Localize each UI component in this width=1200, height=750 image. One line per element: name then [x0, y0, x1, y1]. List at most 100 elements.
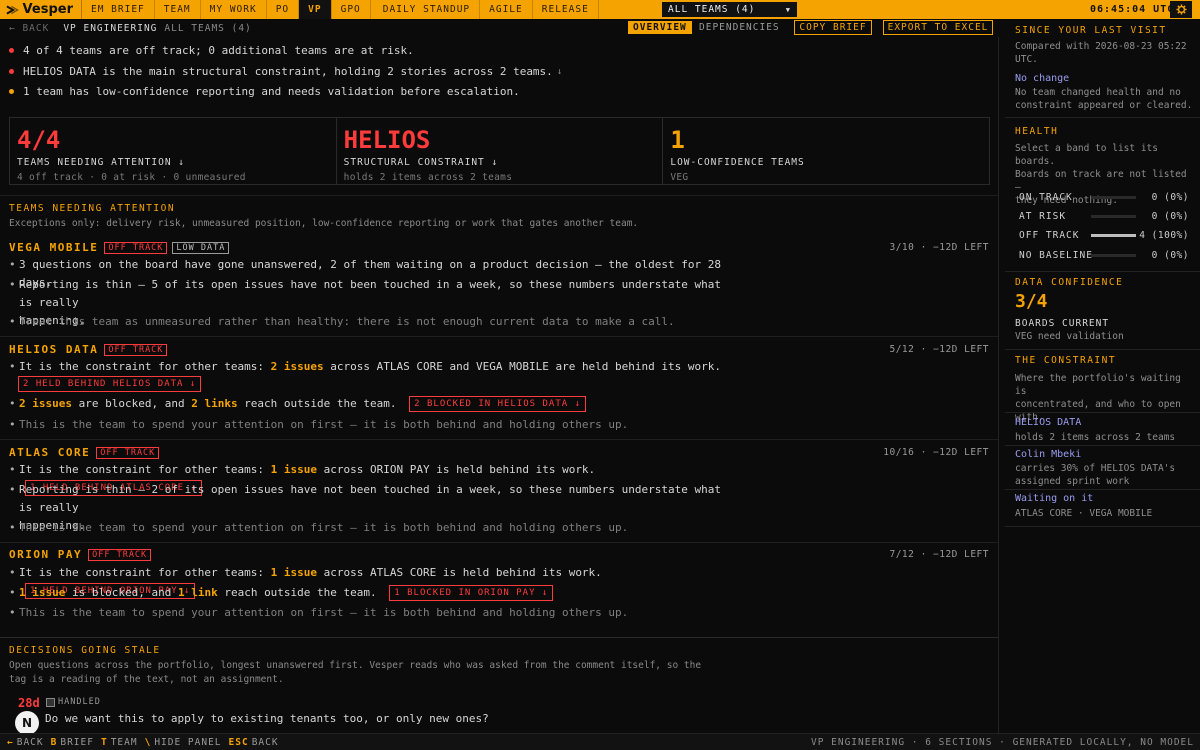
nav-tab-agile[interactable]: AGILE [480, 0, 533, 19]
summary-text: 4 of 4 teams are off track; 0 additional… [23, 44, 414, 57]
health-band[interactable]: OFF TRACK 4 (100%) [1019, 228, 1189, 242]
divider [0, 195, 998, 196]
nav-tab-em-brief[interactable]: EM BRIEF [82, 0, 155, 19]
side-title-confidence: DATA CONFIDENCE [1015, 277, 1124, 288]
band-value: 0 (0%) [1151, 191, 1189, 203]
insight-text: reach outside the team. [244, 397, 397, 410]
team-header-vega-mobile: VEGA MOBILE OFF TRACK LOW DATA [9, 241, 234, 254]
constraint-team-link[interactable]: HELIOS DATA [1015, 417, 1081, 428]
stat-value: HELIOS [343, 126, 431, 154]
nav-tab-vp[interactable]: VP [299, 0, 332, 19]
team-name[interactable]: ORION PAY [9, 548, 82, 561]
blocked-chip[interactable]: 1 BLOCKED IN ORION PAY ↓ [389, 585, 554, 601]
shortcut-label: BRIEF [60, 736, 94, 748]
summary-line[interactable]: HELIOS DATA is the main structural const… [9, 65, 562, 78]
red-dot-icon [9, 48, 14, 53]
back-link[interactable]: ← BACK [9, 23, 49, 34]
side-panel: SINCE YOUR LAST VISIT Compared with 2026… [1005, 19, 1200, 733]
section-desc-attention: Exceptions only: delivery risk, unmeasur… [9, 218, 639, 229]
divider [0, 542, 998, 543]
health-band[interactable]: NO BASELINE 0 (0%) [1019, 248, 1189, 262]
band-label: NO BASELINE [1019, 249, 1093, 261]
since-line: Compared with 2026-08-23 05:22 [1015, 41, 1187, 52]
export-excel-button[interactable]: EXPORT TO EXCEL [883, 20, 993, 35]
shortcut-back[interactable]: ESC BACK [229, 737, 279, 748]
divider [1005, 526, 1200, 527]
health-band[interactable]: AT RISK 0 (0%) [1019, 209, 1189, 223]
nav-tab-po[interactable]: PO [267, 0, 300, 19]
side-title-since: SINCE YOUR LAST VISIT [1015, 25, 1167, 36]
settings-button[interactable] [1170, 1, 1192, 18]
divider [1005, 412, 1200, 413]
no-change-text: No team changed health and no constraint… [1015, 86, 1195, 112]
insight-text: It is the constraint for other teams: [19, 360, 265, 373]
team-header-orion-pay: ORION PAY OFF TRACK [9, 548, 156, 561]
team-progress: 7/12 · −12D LEFT [889, 549, 989, 560]
nav-tab-team[interactable]: TEAM [155, 0, 201, 19]
stat-label: STRUCTURAL CONSTRAINT ↓ [343, 157, 499, 168]
team-recommendation: Treat this team as unmeasured rather tha… [9, 313, 729, 331]
insight-text: Reporting is thin — 2 of its open issues… [19, 483, 721, 514]
status-badge: OFF TRACK [104, 241, 168, 254]
shortcut-key: ← [7, 736, 14, 748]
bottom-shortcut-bar: ← BACK B BRIEF T TEAM \ HIDE PANEL ESC BACK VP EN… [0, 733, 1200, 750]
shortcut-key: T [100, 736, 108, 748]
nav-tab-daily-standup[interactable]: DAILY STANDUP [374, 0, 481, 19]
team-header-atlas-core: ATLAS CORE OFF TRACK [9, 446, 164, 459]
insight-text: across ORION PAY is held behind its work… [323, 463, 596, 476]
team-name[interactable]: ATLAS CORE [9, 446, 90, 459]
held-behind-chip[interactable]: 2 HELD BEHIND HELIOS DATA ↓ [18, 376, 202, 392]
insight-text: is blocked, and [71, 586, 172, 599]
person-line: carries 30% of HELIOS DATA's [1015, 463, 1176, 474]
tab-dependencies[interactable]: DEPENDENCIES [694, 21, 785, 34]
confidence-label: BOARDS CURRENT [1015, 318, 1110, 329]
shortcut-key: \ [144, 736, 152, 748]
shortcut-back[interactable]: ← BACK [7, 737, 44, 748]
chevron-down-icon: ▼ [785, 5, 791, 14]
divider [0, 439, 998, 440]
health-line: Select a band to list its boards. [1015, 143, 1158, 167]
nav-tab-release[interactable]: RELEASE [533, 0, 599, 19]
band-bar [1091, 195, 1136, 199]
divider [0, 336, 998, 337]
top-nav-bar: Vesper EM BRIEF TEAM MY WORK PO VP GPO D… [0, 0, 1200, 19]
arrow-down-icon: ↓ [556, 66, 563, 77]
stat-label: TEAMS NEEDING ATTENTION ↓ [17, 157, 185, 168]
checkbox-icon[interactable] [46, 698, 55, 707]
stat-structural-constraint[interactable]: HELIOS STRUCTURAL CONSTRAINT ↓ holds 2 i… [337, 118, 664, 184]
stale-question[interactable]: Do we want this to apply to existing ten… [45, 712, 489, 725]
band-label: OFF TRACK [1019, 229, 1080, 241]
person-line: assigned sprint work [1015, 476, 1130, 487]
nav-tab-my-work[interactable]: MY WORK [201, 0, 267, 19]
team-insight: It is the constraint for other teams: 2 … [9, 358, 729, 376]
app-logo[interactable]: Vesper [0, 0, 82, 19]
highlight-count: 2 links [191, 397, 238, 410]
confidence-value: 3/4 [1015, 291, 1048, 312]
team-insight: 1 issue is blocked, and 1 link reach out… [9, 584, 729, 602]
highlight-count: 2 issues [19, 397, 72, 410]
health-band[interactable]: ON TRACK 0 (0%) [1019, 190, 1189, 204]
utc-clock: 06:45:04 UTC [1090, 4, 1175, 15]
gear-icon [1175, 4, 1187, 15]
shortcut-hide-panel[interactable]: \ HIDE PANEL [145, 737, 222, 748]
shortcut-label: TEAM [110, 736, 138, 748]
team-recommendation: This is the team to spend your attention… [9, 604, 729, 622]
waiting-on-it-label[interactable]: Waiting on it [1015, 493, 1093, 504]
shortcut-team[interactable]: T TEAM [101, 737, 138, 748]
team-name[interactable]: VEGA MOBILE [9, 241, 98, 254]
tab-overview[interactable]: OVERVIEW [628, 21, 692, 34]
app-name: Vesper [22, 2, 73, 17]
team-select[interactable]: ALL TEAMS (4) ▼ [662, 2, 797, 17]
assistant-button[interactable]: N [15, 711, 39, 735]
scope-label: ALL TEAMS (4) [164, 22, 252, 34]
copy-brief-button[interactable]: COPY BRIEF [794, 20, 872, 35]
team-name[interactable]: HELIOS DATA [9, 343, 98, 356]
main-content[interactable]: 4 of 4 teams are off track; 0 additional… [0, 37, 999, 733]
constraint-person-link[interactable]: Colin Mbeki [1015, 449, 1081, 460]
shortcut-brief[interactable]: B BRIEF [51, 737, 94, 748]
constraint-team-sub: holds 2 items across 2 teams [1015, 432, 1176, 443]
vesper-logo-icon [6, 5, 19, 14]
stat-teams-needing-attention[interactable]: 4/4 TEAMS NEEDING ATTENTION ↓ 4 off trac… [10, 118, 337, 184]
nav-tab-gpo[interactable]: GPO [332, 0, 371, 19]
blocked-chip[interactable]: 2 BLOCKED IN HELIOS DATA ↓ [409, 396, 587, 412]
